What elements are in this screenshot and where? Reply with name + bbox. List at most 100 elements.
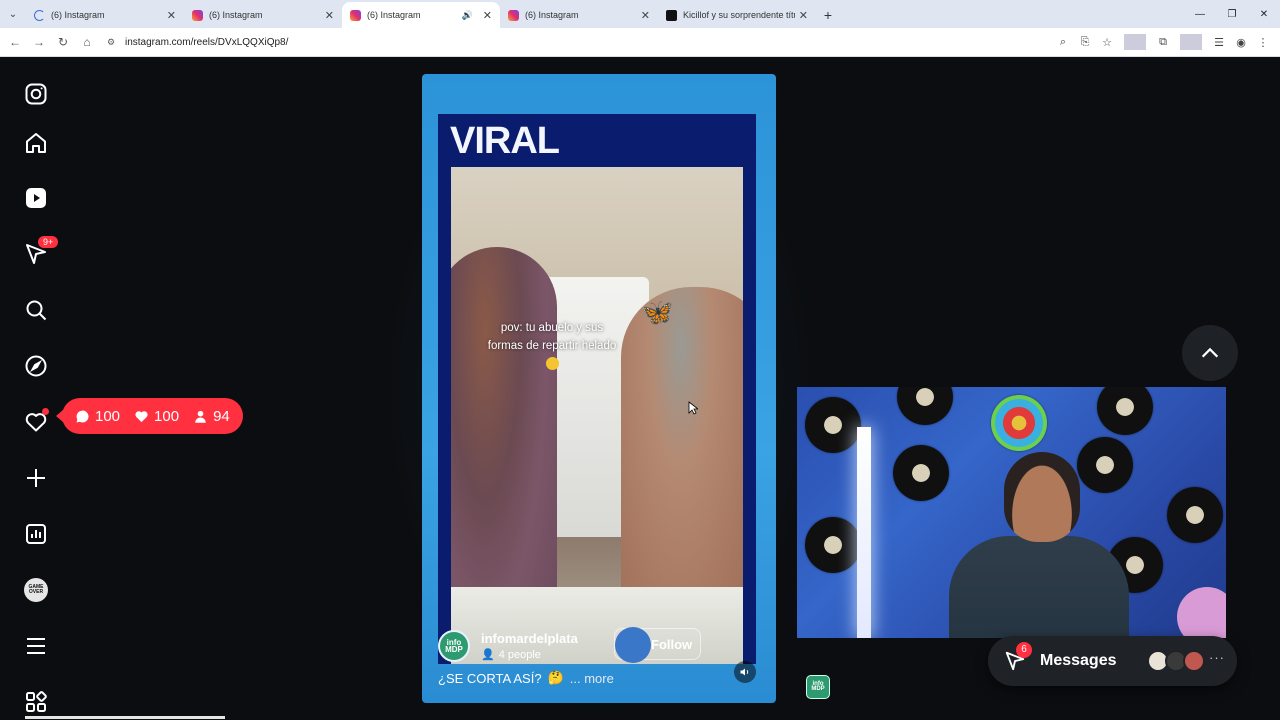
home-nav-icon[interactable] [22,129,50,157]
bookmark-star-icon[interactable]: ☆ [1096,36,1118,49]
vinyl-record-decoration [1167,487,1223,543]
follow-button[interactable]: Follow [614,627,702,663]
browser-tab-3-active[interactable]: (6) Instagram 🔊 ✕ [342,2,500,28]
browser-tab-5[interactable]: Kicillof y su sorprendente títul ✕ [658,2,816,28]
tab-audio-icon[interactable]: 🔊 [462,10,473,21]
author-avatar[interactable]: info MDP [438,630,470,662]
instagram-sidebar: 9+ GAME OVER [0,58,72,720]
follow-label: Follow [651,636,693,652]
tab-title: (6) Instagram [209,10,263,20]
browser-tab-4[interactable]: (6) Instagram ✕ [500,2,658,28]
tab-close-icon[interactable]: ✕ [483,9,492,22]
reading-list-icon[interactable]: ☰ [1208,36,1230,49]
chevron-up-icon [1201,347,1219,358]
window-controls: — ❐ ✕ [1184,0,1280,28]
followers-count: 94 [193,408,230,425]
volume-button[interactable] [734,661,756,683]
tab-close-icon[interactable]: ✕ [641,9,650,22]
tab-close-icon[interactable]: ✕ [799,9,808,22]
previous-reel-button[interactable] [1182,325,1238,381]
new-tab-button[interactable]: + [816,2,840,28]
restore-icon[interactable]: ❐ [1216,0,1248,28]
mouse-cursor-icon [688,401,698,415]
instagram-icon [192,9,203,21]
thinking-emoji-icon: 🤔 [547,670,564,685]
person-icon: 👤 [481,649,495,661]
led-light-strip [857,427,871,638]
minimize-icon[interactable]: — [1184,0,1216,28]
reload-icon[interactable]: ↻ [51,35,75,49]
toolbar-actions: ⌕ ⎘ ☆ ⧉ ☰ ◉ ⋮ [1052,34,1274,50]
more-menu-icon[interactable] [22,632,50,660]
close-window-icon[interactable]: ✕ [1248,0,1280,28]
messages-label: Messages [1040,652,1117,669]
streamer-webcam-overlay [797,387,1226,638]
site-info-icon[interactable]: ⚙ [103,37,119,48]
recent-chat-avatars: ··· [1147,650,1225,672]
loading-icon [34,9,45,21]
messages-badge: 6 [1016,642,1032,658]
address-bar[interactable]: ⚙ instagram.com/reels/DVxLQQXiQp8/ [103,31,1052,53]
likes-count-value: 100 [154,407,180,425]
browser-tab-1[interactable]: (6) Instagram ✕ [26,2,184,28]
tab-close-icon[interactable]: ✕ [167,9,176,22]
search-nav-icon[interactable] [22,296,50,324]
home-icon[interactable]: ⌂ [75,35,99,49]
create-plus-icon[interactable] [22,464,50,492]
toolbar-divider [1124,34,1146,50]
instagram-logo-icon[interactable] [22,80,50,108]
zoom-icon[interactable]: ⌕ [1052,36,1074,49]
rainbow-vinyl-decoration [991,395,1047,451]
caption-text: ¿SE CORTA ASÍ? [438,670,542,686]
chat-avatar [1183,650,1205,672]
tab-title: (6) Instagram [525,10,579,20]
caption-more-link[interactable]: ... more [570,671,614,686]
also-from-meta-icon[interactable] [22,688,50,716]
horizontal-scrollbar[interactable] [25,716,225,719]
menu-kebab-icon[interactable]: ⋮ [1252,36,1274,49]
infomdp-mini-logo[interactable]: info MDP [806,675,830,699]
messages-drawer-button[interactable]: 6 Messages ··· [988,636,1237,686]
tab-close-icon[interactable]: ✕ [325,9,334,22]
browser-tab-2[interactable]: (6) Instagram ✕ [184,2,342,28]
author-username[interactable]: infomardelplata [481,631,578,646]
tab-title: (6) Instagram [51,10,105,20]
reels-nav-icon[interactable] [22,184,50,212]
more-dots-icon: ··· [1209,650,1225,665]
streamer-person [949,452,1129,638]
reel-video[interactable]: 🦋 pov: tu abuelo y sus formas de reparti… [451,167,743,664]
overlay-line-2: formas de repartir helado [487,340,617,352]
reel-caption: ¿SE CORTA ASÍ? 🤔 ... more [438,670,614,686]
heart-icon [135,410,148,422]
vinyl-record-decoration [805,397,861,453]
unread-dot [42,408,49,415]
notifications-heart-icon[interactable] [22,408,50,436]
vinyl-record-decoration [893,445,949,501]
url-text: instagram.com/reels/DVxLQQXiQp8/ [125,36,289,48]
messenger-nav-icon[interactable]: 9+ [22,236,59,268]
reel-player[interactable]: VIRAL 🦋 pov: tu abuelo y sus formas de r… [422,74,776,703]
activity-notification-pill[interactable]: 100 100 94 [56,398,243,434]
forward-icon[interactable]: → [27,35,51,49]
streamer-shirt [949,536,1129,638]
profile-icon[interactable]: ◉ [1230,36,1252,49]
instagram-icon [350,9,361,21]
vinyl-record-decoration [805,517,861,573]
back-icon[interactable]: ← [3,35,27,49]
browser-tab-bar: ⌄ (6) Instagram ✕ (6) Instagram ✕ (6) In… [0,0,1280,28]
tab-search-icon[interactable]: ⌄ [0,0,26,28]
notifications-badge: 9+ [38,236,59,248]
speaker-icon [740,668,749,676]
plush-toy [1177,587,1226,638]
dashboard-chart-icon[interactable] [22,520,50,548]
tab-title: Kicillof y su sorprendente títul [683,10,795,20]
collab-people[interactable]: 👤 4 people [481,648,578,662]
profile-avatar[interactable]: GAME OVER [22,576,50,604]
explore-compass-icon[interactable] [22,352,50,380]
extensions-icon[interactable]: ⧉ [1152,36,1174,49]
messenger-icon: 6 [1004,642,1032,672]
tab-title: (6) Instagram [367,10,421,20]
comment-icon [76,410,89,422]
author-meta: infomardelplata 👤 4 people [481,631,578,661]
install-app-icon[interactable]: ⎘ [1074,36,1096,49]
